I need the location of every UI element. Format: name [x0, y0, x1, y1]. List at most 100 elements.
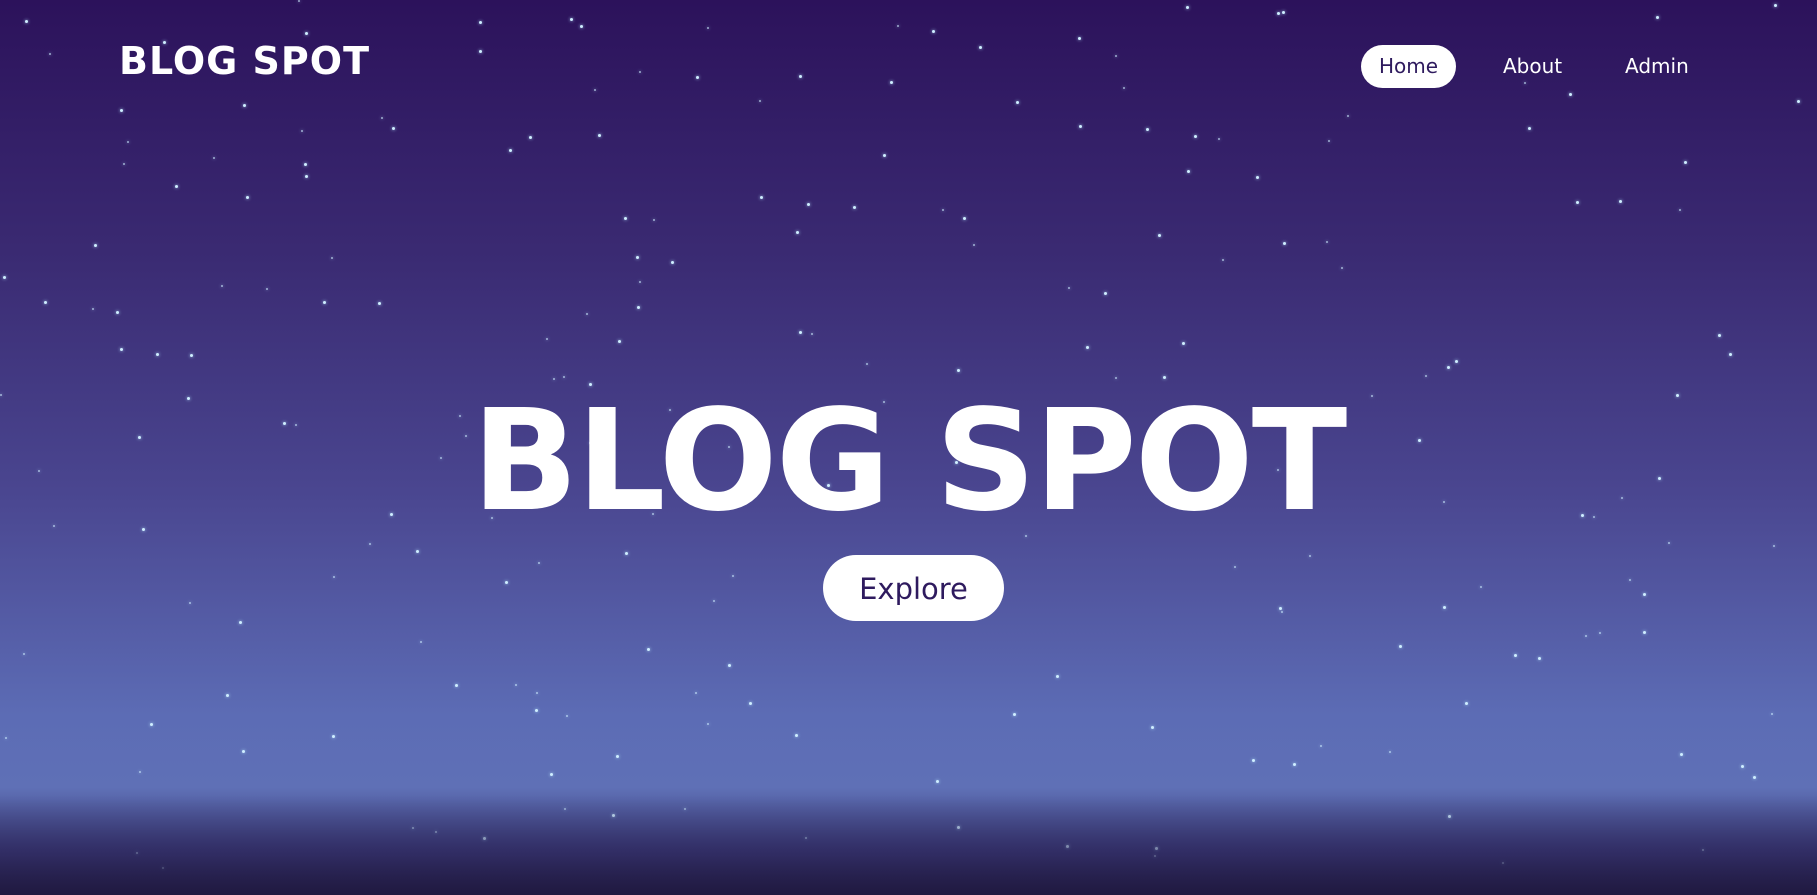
star-dot [378, 302, 381, 305]
star-dot [116, 311, 119, 314]
star-dot [1399, 645, 1402, 648]
star-dot [1773, 545, 1775, 547]
star-dot [550, 773, 553, 776]
star-dot [1115, 377, 1117, 379]
star-dot [546, 338, 548, 340]
star-dot [707, 723, 709, 725]
star-dot [1538, 657, 1541, 660]
star-dot [563, 376, 565, 378]
star-dot [639, 281, 641, 283]
star-dot [1066, 845, 1069, 848]
star-dot [1056, 675, 1059, 678]
star-dot [957, 369, 960, 372]
star-dot [305, 175, 308, 178]
star-dot [94, 244, 97, 247]
star-dot [332, 735, 335, 738]
star-dot [963, 217, 966, 220]
nav-item-home[interactable]: Home [1361, 45, 1457, 88]
star-dot [333, 576, 335, 578]
star-dot [1643, 631, 1646, 634]
horizon-shade [0, 795, 1817, 895]
star-dot [1753, 776, 1756, 779]
star-dot [175, 185, 178, 188]
star-dot [213, 157, 215, 159]
star-dot [1068, 287, 1070, 289]
star-dot [796, 231, 799, 234]
star-dot [536, 692, 538, 694]
star-dot [44, 301, 47, 304]
site-header: BLOG SPOT Home About Admin [0, 0, 1817, 133]
star-dot [226, 694, 229, 697]
star-dot [728, 664, 731, 667]
star-dot [1013, 713, 1016, 716]
star-dot [1684, 161, 1687, 164]
star-dot [1741, 765, 1744, 768]
star-dot [1771, 713, 1773, 715]
star-dot [799, 331, 802, 334]
star-dot [713, 600, 715, 602]
star-dot [1182, 342, 1185, 345]
explore-button[interactable]: Explore [823, 555, 1004, 621]
star-dot [420, 641, 422, 643]
star-dot [732, 575, 734, 577]
star-dot [612, 814, 615, 817]
star-dot [1158, 234, 1161, 237]
star-dot [221, 285, 223, 287]
star-dot [566, 715, 568, 717]
star-dot [1448, 815, 1451, 818]
star-dot [1194, 135, 1197, 138]
star-dot [1309, 555, 1311, 557]
star-dot [1718, 334, 1721, 337]
star-dot [795, 734, 798, 737]
star-dot [598, 134, 601, 137]
star-dot [127, 141, 129, 143]
nav-item-about[interactable]: About [1503, 45, 1562, 88]
star-dot [266, 288, 268, 290]
star-dot [1151, 726, 1154, 729]
star-dot [957, 826, 960, 829]
star-dot [190, 354, 193, 357]
star-dot [1679, 209, 1681, 211]
star-dot [1389, 751, 1391, 753]
star-dot [647, 648, 650, 651]
star-dot [120, 348, 123, 351]
star-dot [323, 301, 326, 304]
star-dot [1234, 566, 1236, 568]
site-logo[interactable]: BLOG SPOT [119, 42, 370, 80]
star-dot [883, 154, 886, 157]
star-dot [1163, 376, 1166, 379]
star-dot [136, 852, 138, 854]
star-dot [636, 256, 639, 259]
star-dot [515, 684, 517, 686]
star-dot [616, 755, 619, 758]
star-dot [1256, 176, 1259, 179]
star-dot [564, 808, 566, 810]
star-dot [1576, 201, 1579, 204]
star-dot [1281, 611, 1283, 613]
star-dot [304, 163, 307, 166]
star-dot [529, 136, 532, 139]
star-dot [942, 209, 944, 211]
star-dot [1447, 366, 1450, 369]
star-dot [156, 353, 159, 356]
star-dot [369, 543, 371, 545]
star-dot [1328, 140, 1330, 142]
star-dot [1279, 607, 1282, 610]
star-dot [637, 306, 640, 309]
star-dot [1086, 346, 1089, 349]
star-dot [23, 653, 25, 655]
star-dot [483, 837, 486, 840]
star-dot [1585, 635, 1587, 637]
star-dot [586, 313, 588, 315]
nav-item-admin[interactable]: Admin [1625, 45, 1689, 88]
star-dot [853, 206, 856, 209]
star-dot [807, 203, 810, 206]
star-dot [239, 621, 242, 624]
star-dot [1155, 847, 1158, 850]
star-dot [1680, 753, 1683, 756]
star-dot [760, 196, 763, 199]
star-dot [5, 737, 7, 739]
star-dot [625, 552, 628, 555]
star-dot [123, 163, 125, 165]
star-dot [1326, 241, 1328, 243]
